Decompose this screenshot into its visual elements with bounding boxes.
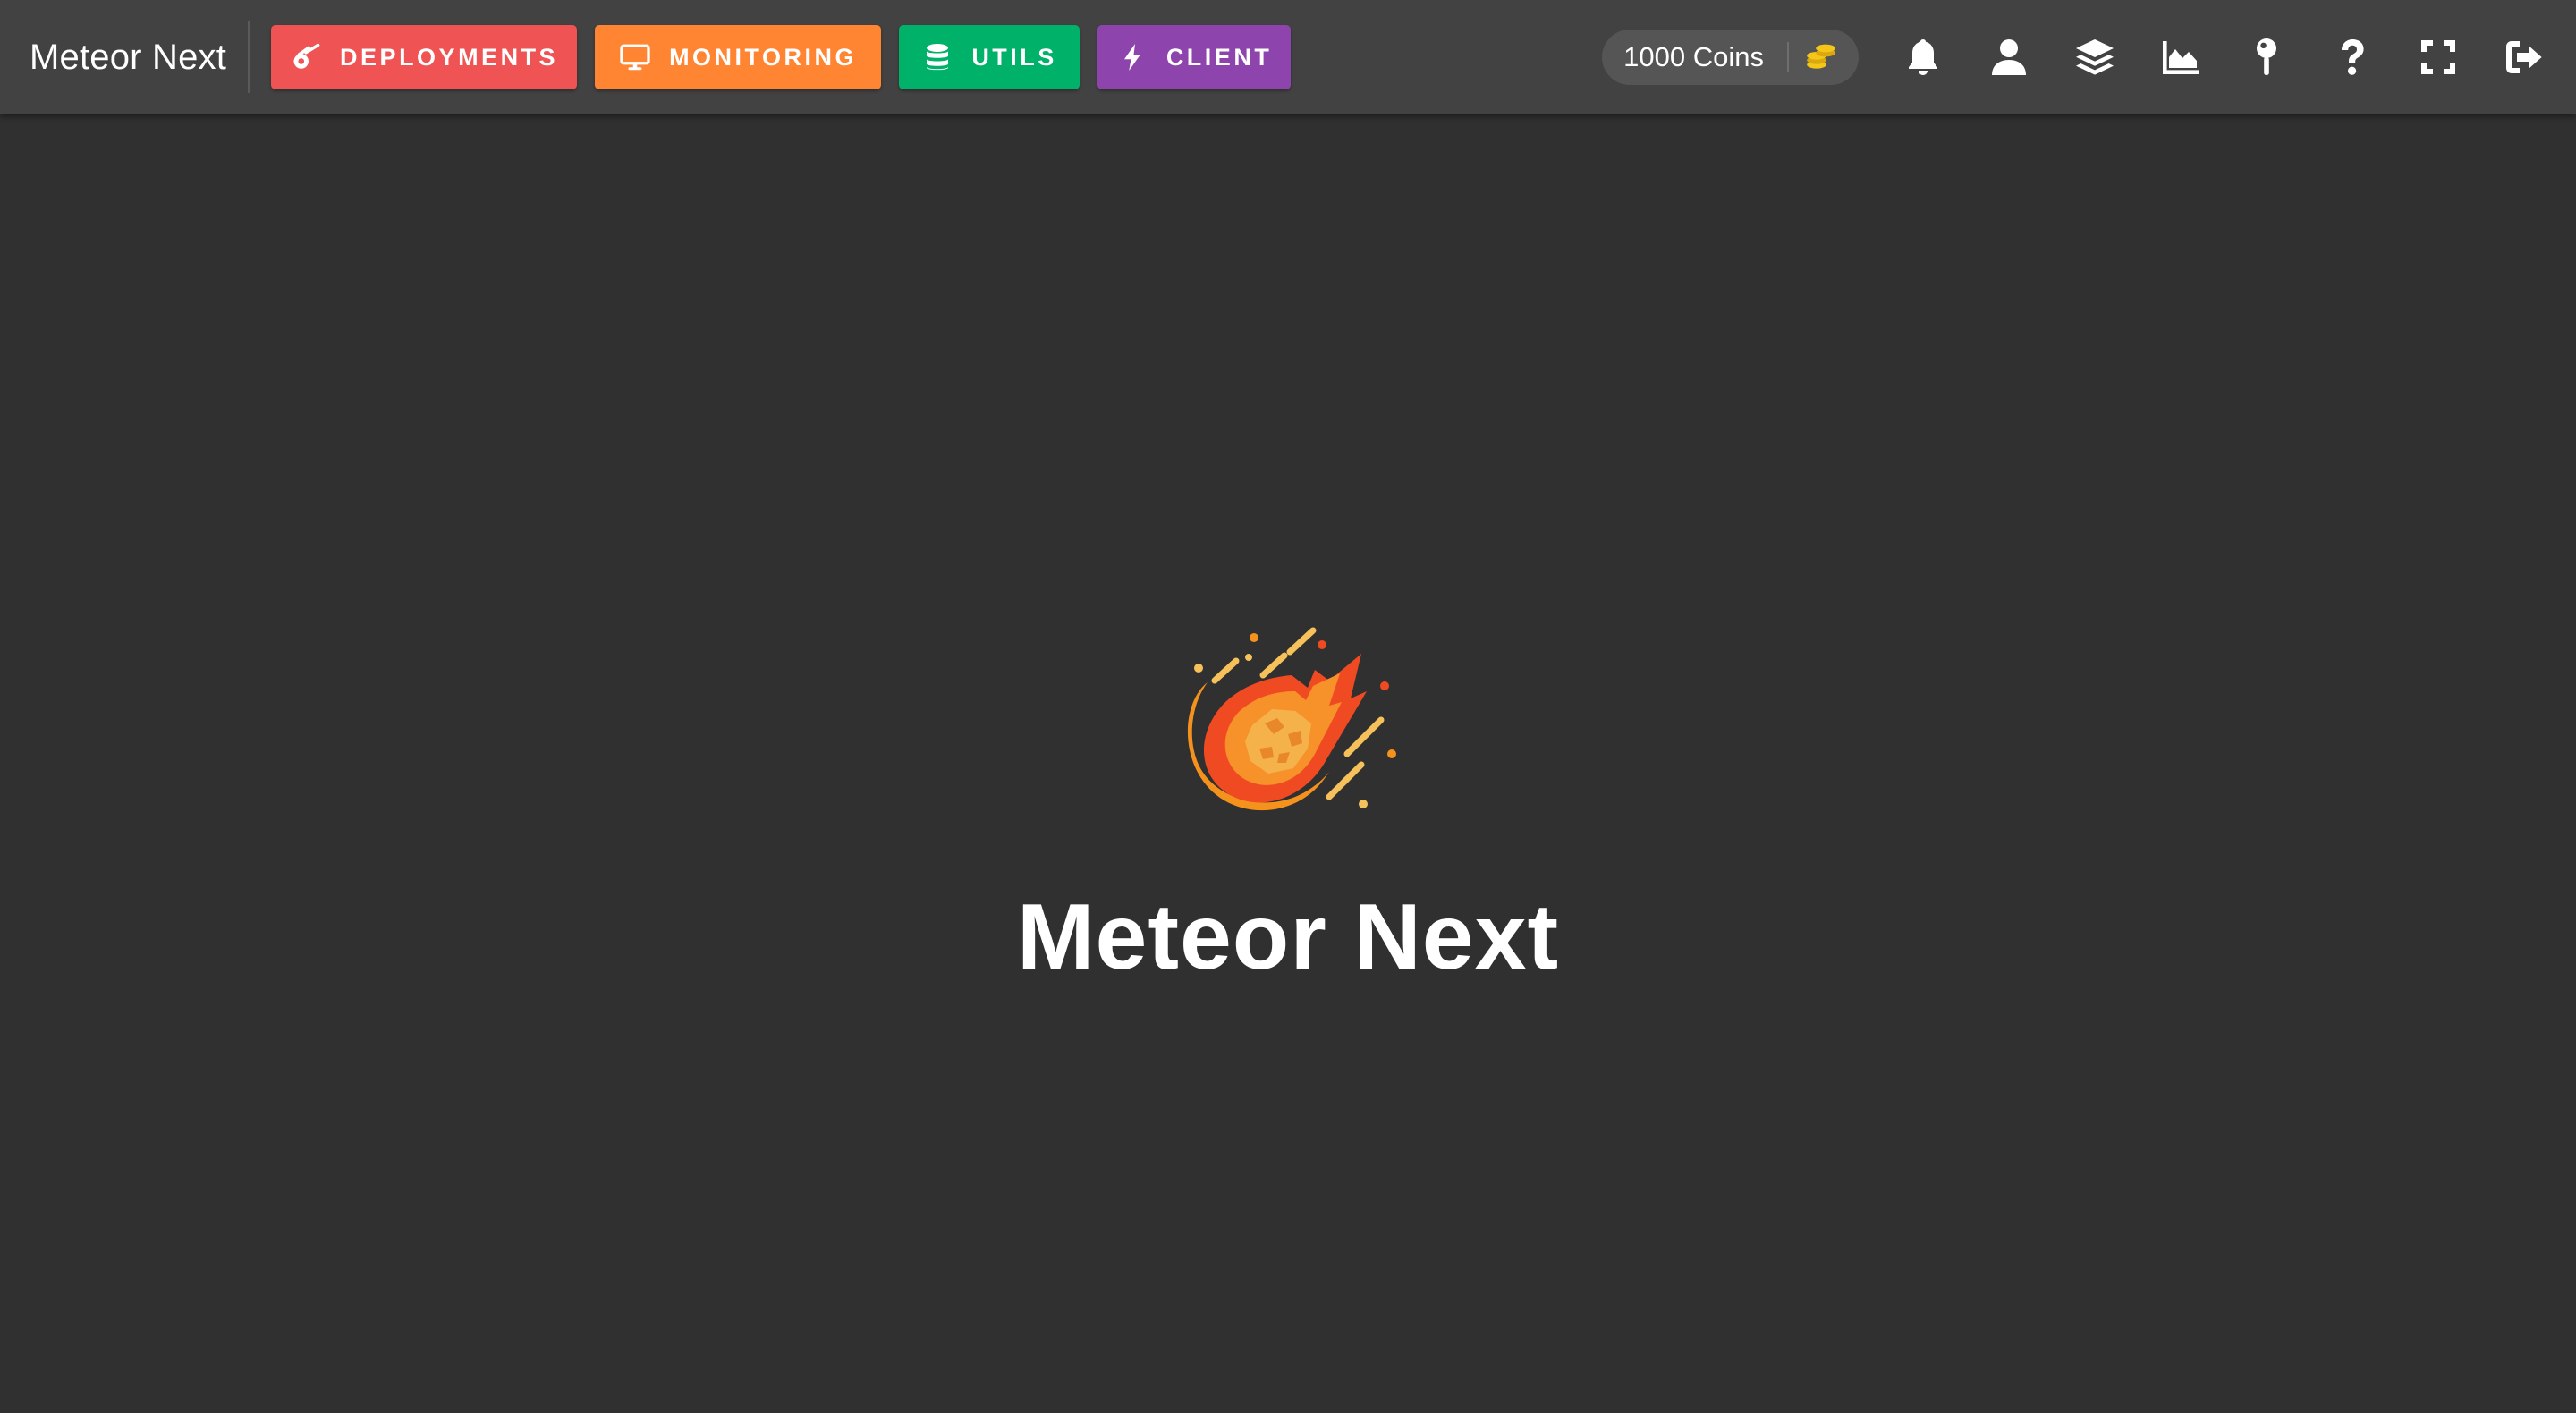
app-root: Meteor Next DEPLOYMENTS MONITORING UTILS… xyxy=(0,0,2576,1413)
layers-button[interactable] xyxy=(2052,14,2138,100)
logout-button[interactable] xyxy=(2481,14,2567,100)
database-icon xyxy=(921,41,953,73)
meteor-logo xyxy=(1187,627,1396,811)
client-label: CLIENT xyxy=(1165,43,1273,71)
coins-badge[interactable]: 1000 Coins xyxy=(1602,30,1859,85)
utils-button[interactable]: UTILS xyxy=(899,25,1080,89)
client-button[interactable]: CLIENT xyxy=(1097,25,1292,89)
coins-separator xyxy=(1787,42,1789,72)
notifications-button[interactable] xyxy=(1880,14,1966,100)
fullscreen-button[interactable] xyxy=(2395,14,2481,100)
layers-icon xyxy=(2076,39,2114,75)
deployments-button[interactable]: DEPLOYMENTS xyxy=(271,25,578,89)
welcome-area: Meteor Next xyxy=(0,114,2576,1413)
profile-button[interactable] xyxy=(1966,14,2052,100)
question-icon xyxy=(2342,39,2364,75)
user-icon xyxy=(1992,39,2026,75)
monitoring-label: MONITORING xyxy=(669,43,858,71)
hero-title: Meteor Next xyxy=(1016,885,1560,989)
coins-label: 1000 Coins xyxy=(1623,41,1764,72)
monitoring-button[interactable]: MONITORING xyxy=(595,25,882,89)
meteor-icon xyxy=(290,41,322,73)
bell-icon xyxy=(1909,39,1937,75)
coins-icon xyxy=(1803,39,1839,75)
area-chart-icon xyxy=(2163,41,2199,74)
logout-icon xyxy=(2506,41,2542,73)
fullscreen-icon xyxy=(2421,40,2455,74)
bolt-icon xyxy=(1116,41,1148,73)
pin-button[interactable] xyxy=(2224,14,2309,100)
main-nav: DEPLOYMENTS MONITORING UTILS CLIENT xyxy=(271,25,1309,89)
deployments-label: DEPLOYMENTS xyxy=(340,43,559,71)
utils-label: UTILS xyxy=(971,43,1057,71)
brand-title[interactable]: Meteor Next xyxy=(30,38,226,78)
toolbar-actions: 1000 Coins xyxy=(1602,14,2567,100)
top-toolbar: Meteor Next DEPLOYMENTS MONITORING UTILS… xyxy=(0,0,2576,114)
help-button[interactable] xyxy=(2309,14,2395,100)
desktop-icon xyxy=(619,41,651,73)
pin-icon xyxy=(2257,38,2276,75)
toolbar-divider xyxy=(248,21,250,93)
analytics-button[interactable] xyxy=(2138,14,2224,100)
